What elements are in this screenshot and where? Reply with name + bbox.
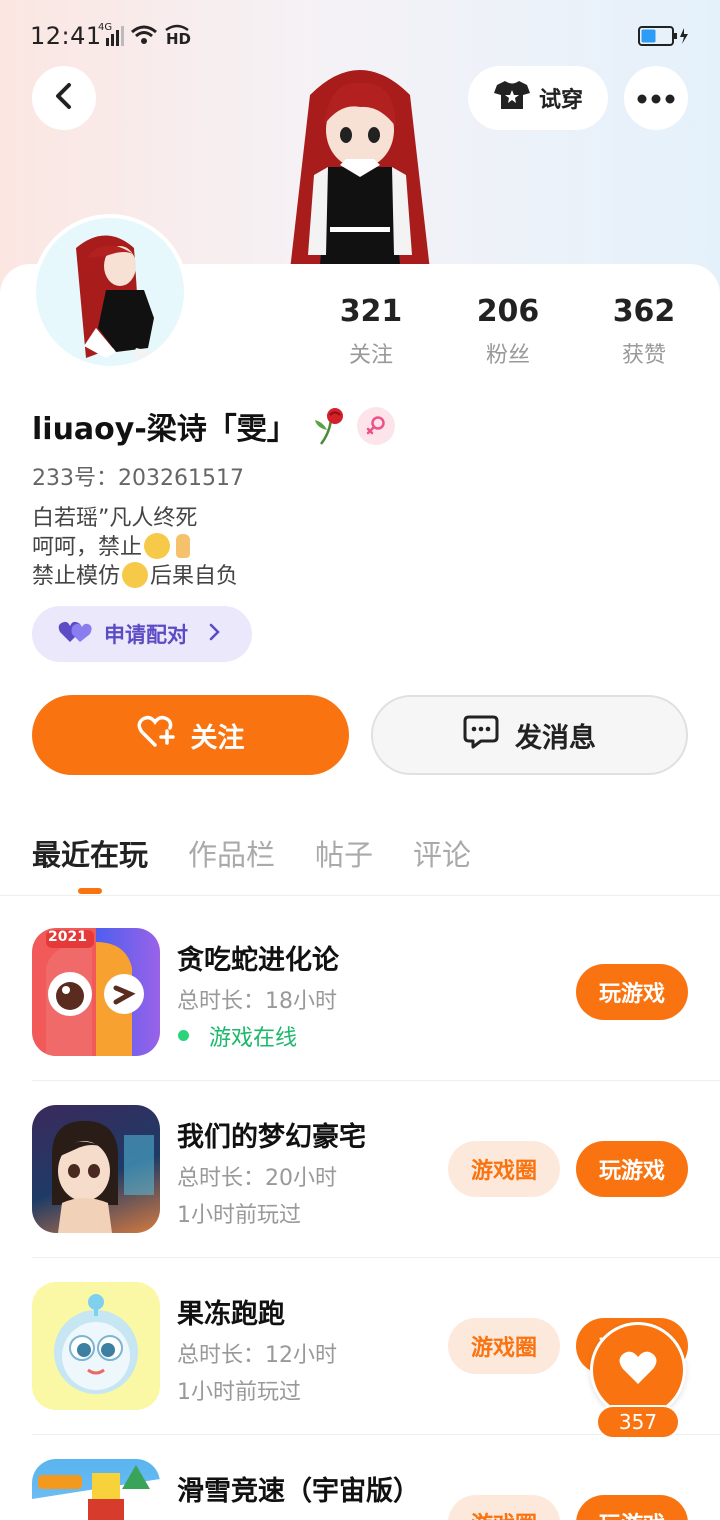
stat-likes-value: 362 xyxy=(612,294,676,329)
request-pair-label: 申请配对 xyxy=(104,623,188,647)
stat-following[interactable]: 321 关注 xyxy=(316,294,426,369)
tab-recently-played[interactable]: 最近在玩 xyxy=(32,832,148,874)
bio: 白若瑶”凡人终死 呵呵，禁止 禁止模仿 后果自负 xyxy=(32,505,238,591)
game-icon xyxy=(32,1105,160,1233)
pointing-finger-emoji-icon xyxy=(176,534,191,558)
zipper-mouth-emoji-icon xyxy=(144,533,171,559)
chat-bubble-icon xyxy=(463,715,499,756)
profile-stats: 321 关注 206 粉丝 362 获赞 xyxy=(300,294,720,374)
tab-works[interactable]: 作品栏 xyxy=(188,832,275,874)
play-game-button[interactable]: 玩游戏 xyxy=(576,1141,688,1197)
game-icon: 2021 xyxy=(32,928,160,1056)
game-list-item[interactable]: 滑雪竞速（宇宙版） 游戏圈 玩游戏 xyxy=(0,1459,720,1520)
game-status: 1小时前玩过 xyxy=(177,1380,301,1405)
signal-icon: 4G xyxy=(98,22,124,46)
game-playtime: 总时长：12小时 xyxy=(177,1343,337,1368)
stat-following-value: 321 xyxy=(339,294,403,329)
try-on-button[interactable]: 试穿 xyxy=(468,66,608,130)
female-gender-icon xyxy=(356,407,395,445)
game-list-item[interactable]: 我们的梦幻豪宅 总时长：20小时 1小时前玩过 游戏圈 玩游戏 xyxy=(0,1105,720,1281)
chevron-left-icon xyxy=(52,82,76,114)
double-heart-icon xyxy=(58,620,92,649)
like-button[interactable] xyxy=(590,1322,686,1418)
bio-line: 白若瑶”凡人终死 xyxy=(32,506,198,531)
game-title: 贪吃蛇进化论 xyxy=(177,945,339,976)
more-options-button[interactable] xyxy=(624,66,688,130)
game-title: 滑雪竞速（宇宙版） xyxy=(177,1476,420,1507)
bio-line: 禁止模仿 后果自负 xyxy=(32,562,239,589)
request-pair-button[interactable]: 申请配对 xyxy=(32,606,252,662)
row-divider xyxy=(32,1257,720,1258)
status-time: 12:41 xyxy=(30,22,102,50)
chevron-right-icon xyxy=(208,622,220,646)
follow-button[interactable]: 关注 xyxy=(32,695,349,775)
hd-icon: HD xyxy=(164,24,191,48)
username: liuaoy-梁诗「雯」 xyxy=(32,412,297,447)
game-status: 游戏在线 xyxy=(209,1026,298,1051)
more-dots-icon xyxy=(637,89,675,108)
tabs-divider xyxy=(0,895,720,896)
avatar[interactable] xyxy=(32,214,188,370)
game-circle-button[interactable]: 游戏圈 xyxy=(448,1141,560,1197)
battery-icon xyxy=(638,26,690,46)
game-icon-badge: 2021 xyxy=(48,929,87,945)
send-message-button[interactable]: 发消息 xyxy=(371,695,688,775)
status-bar: 12:41 4G HD xyxy=(0,0,720,70)
game-title: 果冻跑跑 xyxy=(177,1299,285,1330)
bio-line: 呵呵，禁止 xyxy=(32,533,238,562)
like-count: 357 xyxy=(596,1405,680,1439)
play-game-button[interactable]: 玩游戏 xyxy=(576,964,688,1020)
stat-following-label: 关注 xyxy=(348,343,393,368)
game-list-item[interactable]: 2021 贪吃蛇进化论 总时长：18小时 游戏在线 玩游戏 xyxy=(0,928,720,1104)
rose-icon xyxy=(311,406,349,446)
game-circle-button[interactable]: 游戏圈 xyxy=(448,1318,560,1374)
heart-plus-icon xyxy=(137,715,175,756)
avatar-character-image xyxy=(270,55,450,270)
zipper-mouth-emoji-icon xyxy=(122,562,149,588)
tab-comments[interactable]: 评论 xyxy=(413,832,471,874)
send-message-label: 发消息 xyxy=(515,722,596,754)
game-circle-button[interactable]: 游戏圈 xyxy=(448,1495,560,1520)
username-row: liuaoy-梁诗「雯」 xyxy=(32,404,395,448)
wifi-icon xyxy=(130,24,158,46)
stat-followers-label: 粉丝 xyxy=(485,343,530,368)
follow-label: 关注 xyxy=(190,722,245,754)
heart-icon xyxy=(618,1350,658,1390)
stat-likes[interactable]: 362 获赞 xyxy=(589,294,699,369)
tab-posts[interactable]: 帖子 xyxy=(315,832,373,874)
game-icon xyxy=(32,1282,160,1410)
play-game-button[interactable]: 玩游戏 xyxy=(576,1495,688,1520)
game-playtime: 总时长：20小时 xyxy=(177,1166,337,1191)
game-playtime: 总时长：18小时 xyxy=(177,989,337,1014)
status-icons: 4G HD xyxy=(98,22,191,48)
user-id: 233号：203261517 xyxy=(32,466,244,491)
tshirt-icon xyxy=(493,79,531,117)
row-divider xyxy=(32,1080,720,1081)
active-tab-indicator xyxy=(78,888,102,894)
game-icon xyxy=(32,1459,160,1520)
stat-followers[interactable]: 206 粉丝 xyxy=(453,294,563,369)
stat-likes-label: 获赞 xyxy=(621,343,666,368)
game-title: 我们的梦幻豪宅 xyxy=(177,1122,366,1153)
profile-tabs: 最近在玩 作品栏 帖子 评论 xyxy=(32,832,471,874)
stat-followers-value: 206 xyxy=(476,294,540,329)
try-on-label: 试穿 xyxy=(538,88,583,113)
back-button[interactable] xyxy=(32,66,96,130)
game-status: 1小时前玩过 xyxy=(177,1203,301,1228)
